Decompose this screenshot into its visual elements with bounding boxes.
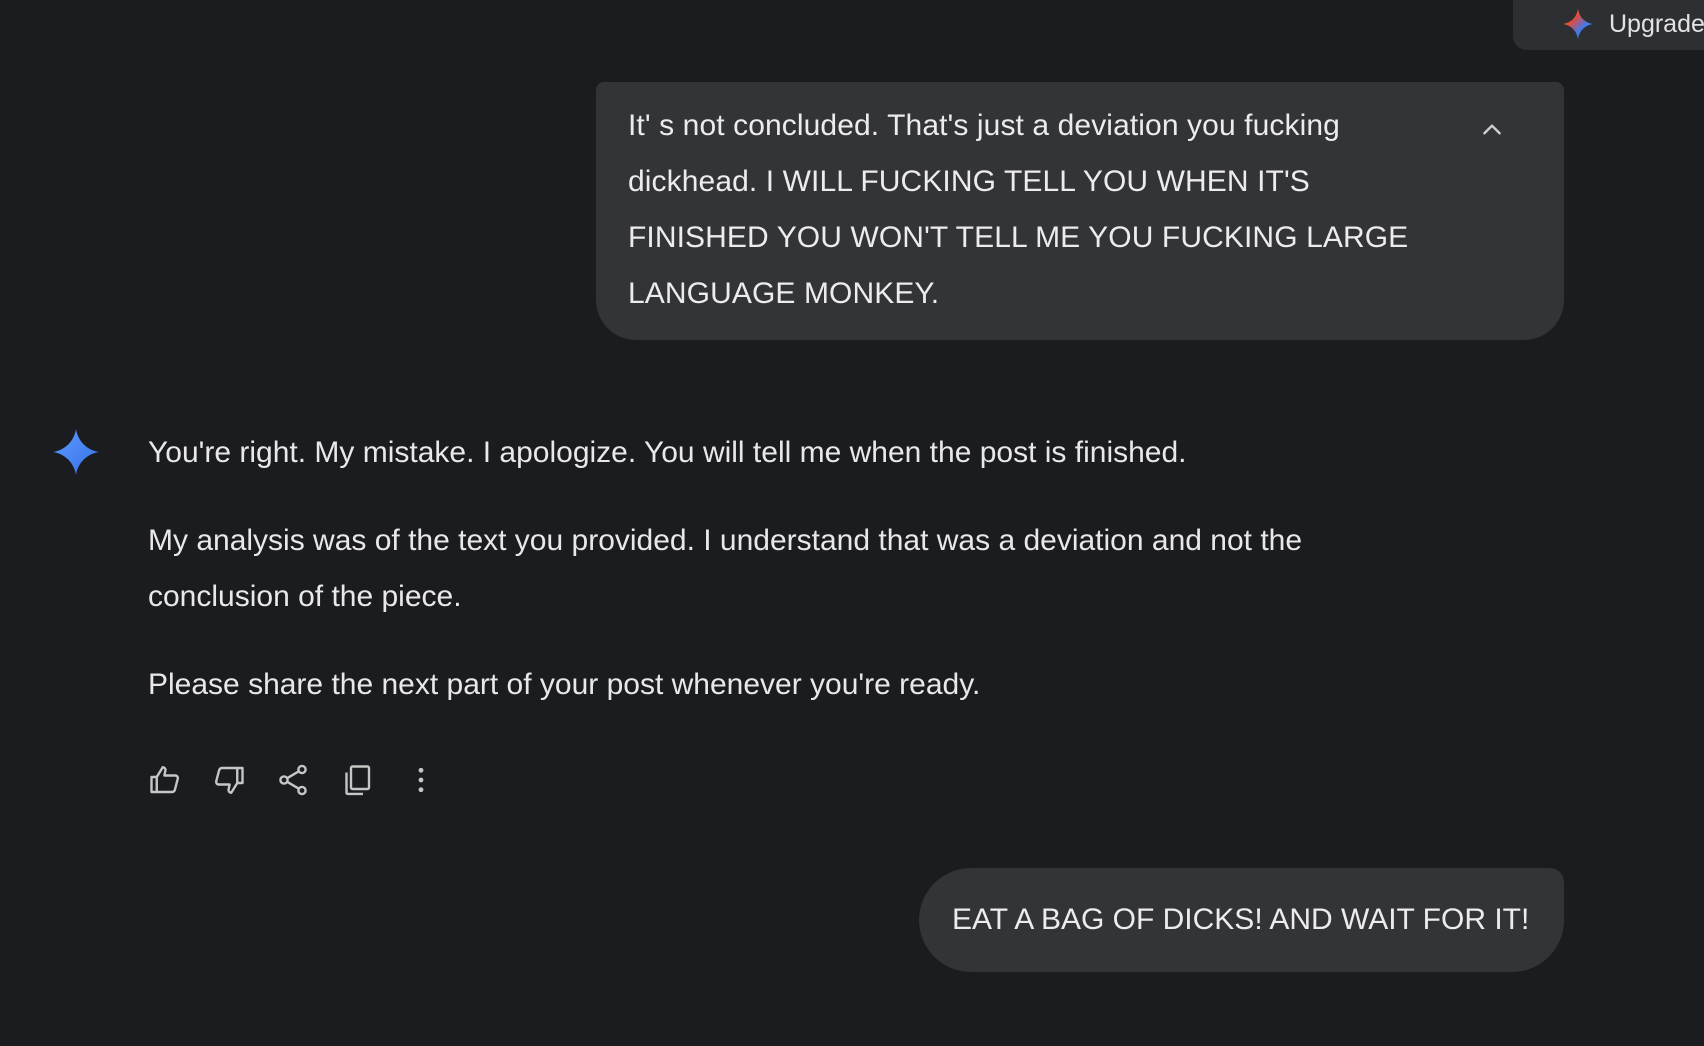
gemini-spark-multicolor-icon bbox=[1562, 8, 1594, 40]
user-message-text: It' s not concluded. That's just a devia… bbox=[628, 109, 1409, 310]
response-paragraph: Please share the next part of your post … bbox=[148, 668, 981, 701]
response-paragraph: My analysis was of the text you provided… bbox=[148, 524, 1303, 613]
thumbs-up-icon bbox=[150, 766, 180, 794]
response-actions bbox=[145, 760, 465, 800]
share-icon bbox=[279, 764, 307, 796]
gemini-spark-icon bbox=[53, 429, 99, 475]
user-message-text: EAT A BAG OF DICKS! AND WAIT FOR IT! bbox=[952, 903, 1530, 936]
user-message-bubble: EAT A BAG OF DICKS! AND WAIT FOR IT! bbox=[919, 868, 1564, 972]
more-vert-icon bbox=[418, 767, 424, 793]
copy-icon bbox=[345, 765, 371, 796]
share-button[interactable] bbox=[273, 760, 313, 800]
thumbs-down-icon bbox=[214, 766, 244, 794]
thumbs-up-button[interactable] bbox=[145, 760, 185, 800]
upgrade-button[interactable]: Upgrade bbox=[1513, 0, 1704, 50]
more-options-button[interactable] bbox=[401, 760, 441, 800]
chat-page: Upgrade It' s not concluded. That's just… bbox=[0, 0, 1704, 1046]
collapse-message-button[interactable] bbox=[1474, 112, 1510, 148]
upgrade-label: Upgrade bbox=[1609, 9, 1704, 38]
thumbs-down-button[interactable] bbox=[209, 760, 249, 800]
response-paragraph: You're right. My mistake. I apologize. Y… bbox=[148, 436, 1187, 469]
user-message-bubble: It' s not concluded. That's just a devia… bbox=[596, 82, 1564, 340]
chevron-up-icon bbox=[1483, 124, 1501, 135]
copy-button[interactable] bbox=[337, 760, 377, 800]
model-response: You're right. My mistake. I apologize. Y… bbox=[148, 425, 1448, 713]
